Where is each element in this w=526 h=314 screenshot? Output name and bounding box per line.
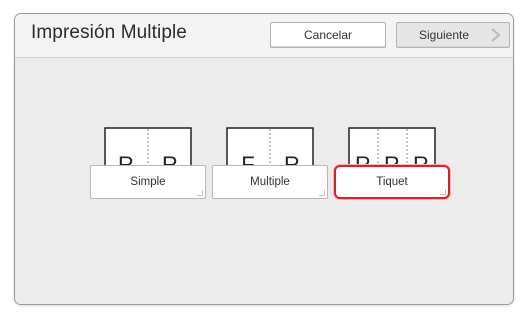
tiquet-button-label: Tiquet	[376, 176, 408, 188]
simple-button-label: Simple	[130, 176, 166, 188]
multiple-print-panel: Impresión Multiple Cancelar Siguiente R …	[14, 13, 514, 305]
cancel-button[interactable]: Cancelar	[270, 22, 386, 48]
next-button-label: Siguiente	[419, 28, 470, 42]
tiquet-button[interactable]: Tiquet	[334, 165, 450, 199]
corner-mark	[440, 189, 446, 195]
panel-header: Impresión Multiple Cancelar Siguiente	[15, 14, 513, 58]
corner-mark	[319, 190, 325, 196]
multiple-button-label: Multiple	[250, 176, 290, 188]
chevron-right-icon	[491, 28, 501, 42]
next-button[interactable]: Siguiente	[396, 22, 510, 48]
simple-button[interactable]: Simple	[90, 165, 206, 199]
options-area: R R Simple F R Multiple	[15, 58, 513, 304]
multiple-button[interactable]: Multiple	[212, 165, 328, 199]
page-title: Impresión Multiple	[31, 22, 187, 43]
corner-mark	[197, 190, 203, 196]
